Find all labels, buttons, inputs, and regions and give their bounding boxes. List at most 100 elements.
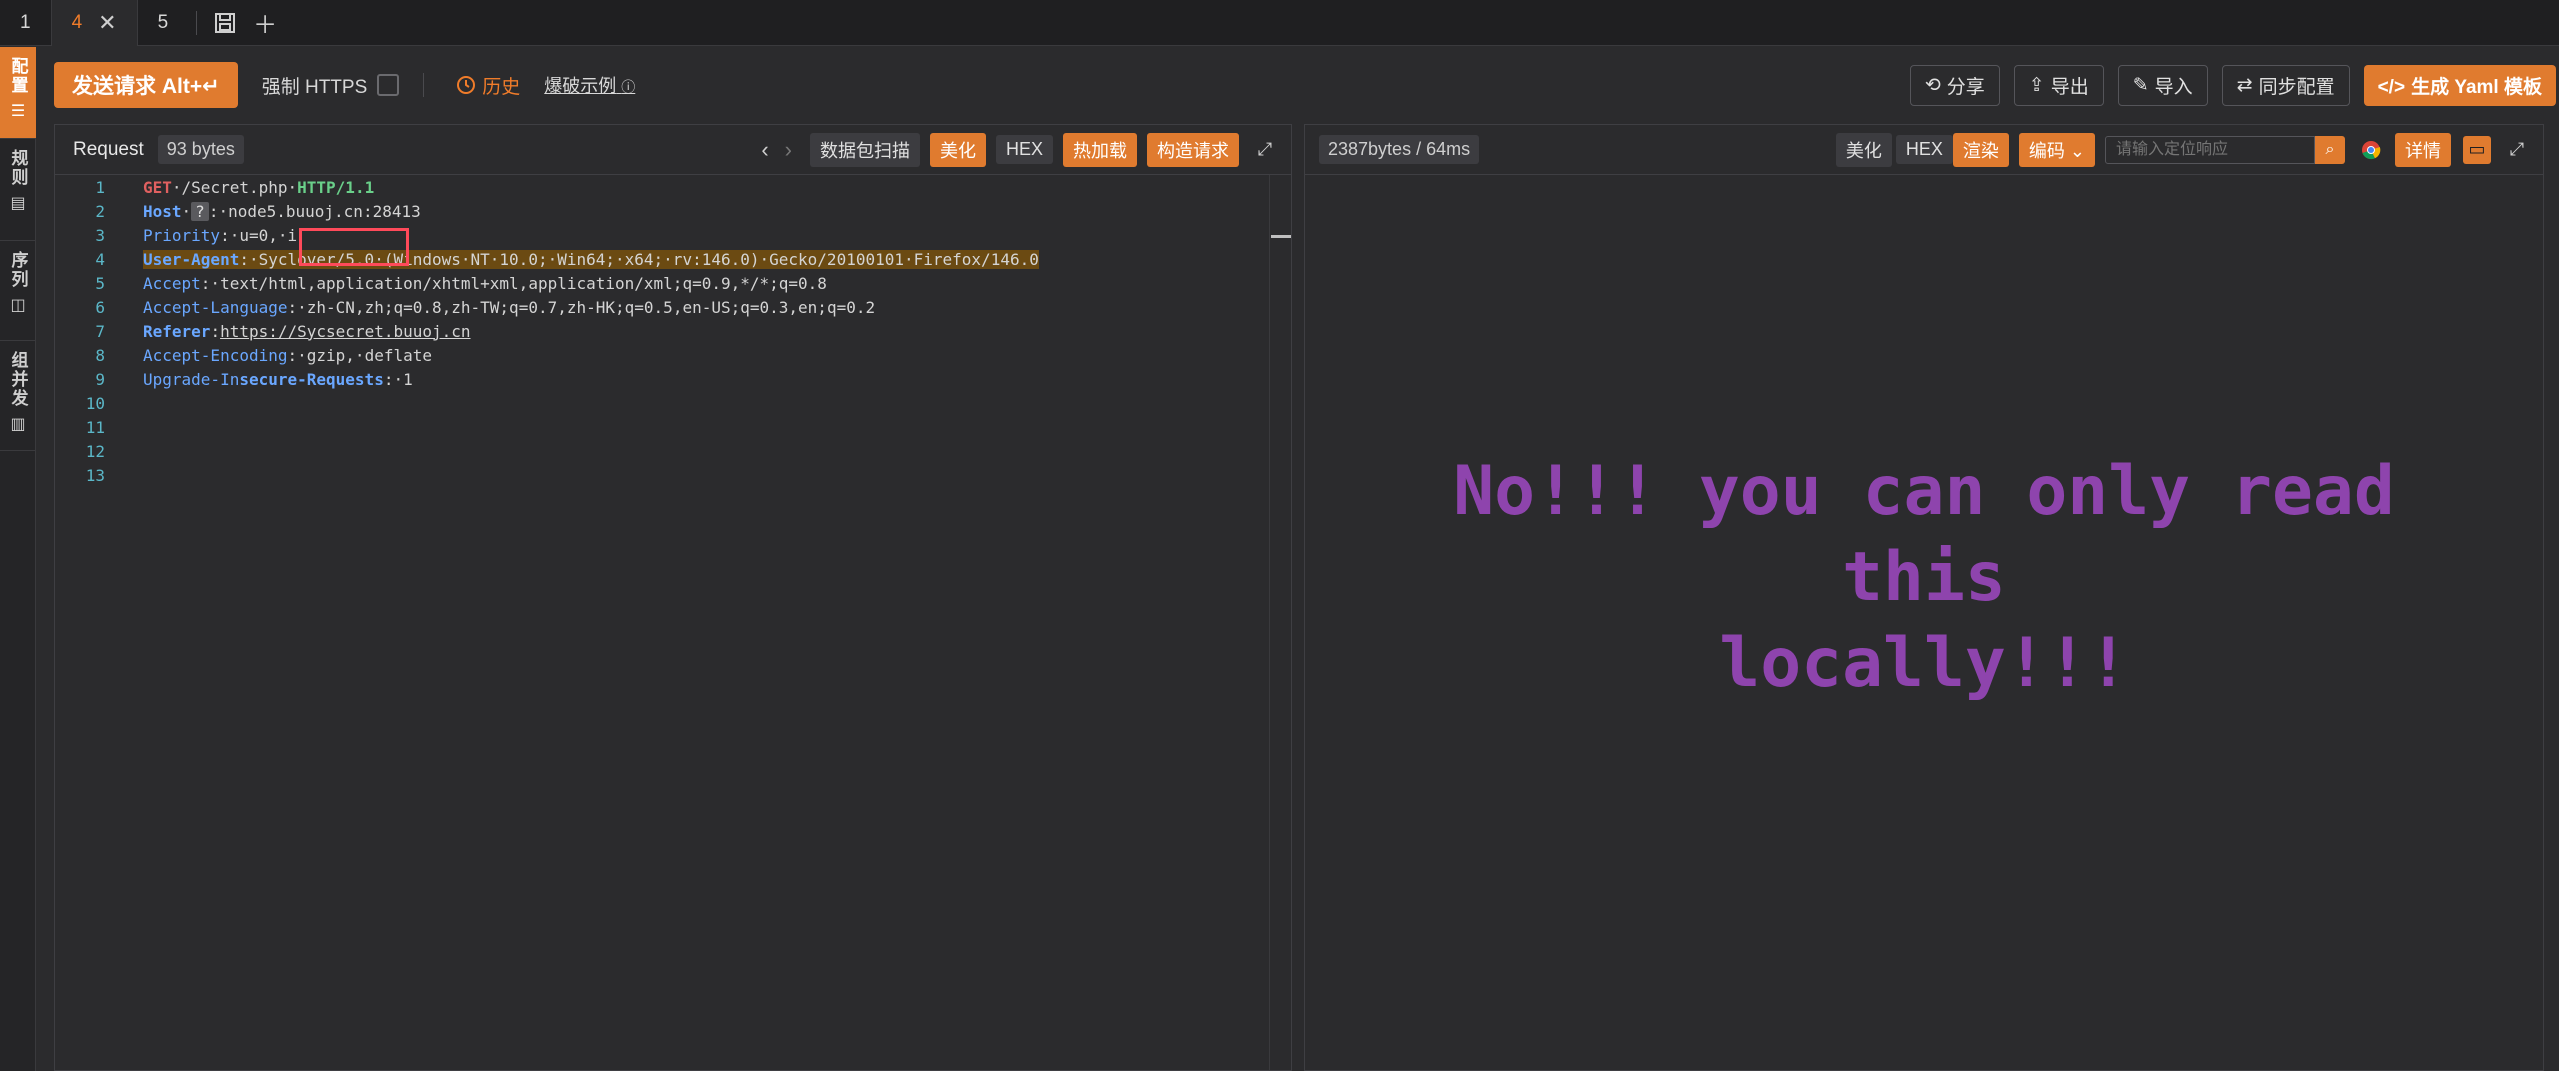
response-beautify-button[interactable]: 美化 [1835, 132, 1892, 167]
tab-1[interactable]: 1 [0, 0, 51, 46]
tab-bar: 1 4 ✕ 5 ＋ [0, 0, 2559, 46]
code-line: Priority:·u=0,·i [143, 223, 1039, 247]
header-value: :·1 [383, 369, 413, 389]
request-path: ·/Secret.php· [171, 177, 298, 197]
header-key: Host [143, 201, 182, 221]
http-protocol: HTTP/1.1 [297, 177, 375, 197]
main-toolbar: 发送请求 Alt+↵ 强制 HTTPS 历史 爆破示例 ⓘ ⟲ 分享 ⇪ 导出 ✎ 导… [36, 47, 2559, 123]
line-number: 12 [85, 441, 105, 461]
export-button[interactable]: ⇪ 导出 [2013, 64, 2104, 106]
comment-icon[interactable]: ▭ [2463, 135, 2491, 164]
history-button[interactable]: 历史 [456, 72, 520, 99]
line-number: 6 [95, 297, 105, 317]
response-render-area: No!!! you can only read this locally!!! [1305, 175, 2543, 1070]
response-hex-button[interactable]: HEX [1895, 135, 1953, 164]
request-hex-button[interactable]: HEX [995, 135, 1053, 164]
share-button[interactable]: ⟲ 分享 [1909, 64, 2000, 106]
header-value: https://Sycsecret.buuoj.cn [220, 321, 471, 341]
rail-sequence[interactable]: 序列 ◫ [0, 241, 36, 341]
packet-scan-button[interactable]: 数据包扫描 [809, 132, 920, 167]
generate-yaml-button[interactable]: </> 生成 Yaml 模板 [2363, 64, 2556, 106]
header-key: Accept [143, 273, 201, 293]
chevron-right-icon[interactable]: › [785, 137, 792, 163]
rail-rules[interactable]: 规则 ▤ [0, 139, 36, 241]
response-stats-badge: 2387bytes / 64ms [1319, 135, 1480, 164]
help-icon: ⓘ [621, 79, 636, 95]
force-https-label: 强制 HTTPS [261, 76, 368, 98]
tab-label: 5 [157, 11, 169, 33]
code-line: Accept:·text/html,application/xhtml+xml,… [143, 271, 1039, 295]
help-icon[interactable]: ? [191, 201, 209, 221]
force-https-checkbox[interactable] [377, 74, 400, 96]
line-number: 7 [95, 321, 105, 341]
save-icon[interactable] [205, 0, 245, 46]
close-icon[interactable]: ✕ [98, 10, 116, 36]
tab-5[interactable]: 5 [138, 0, 189, 46]
request-code: GET ·/Secret.php· HTTP/1.1 Host ·?:·node5.b… [143, 175, 1039, 391]
line-number: 9 [95, 369, 105, 389]
chevron-left-icon[interactable]: ‹ [761, 137, 768, 163]
divider [423, 73, 425, 97]
code-line: Referer: https://Sycsecret.buuoj.cn [143, 319, 1039, 343]
line-number: 5 [95, 273, 105, 293]
scrollbar[interactable] [1269, 175, 1291, 1070]
tab-4[interactable]: 4 ✕ [50, 0, 138, 46]
header-key: User-Agent [143, 249, 240, 269]
http-method: GET [143, 177, 172, 197]
request-beautify-button[interactable]: 美化 [929, 132, 986, 167]
line-numbers: 1 2 3 4 5 6 7 8 9 10 11 12 13 [55, 175, 105, 1070]
line-number: 3 [95, 225, 105, 245]
generate-yaml-label: 生成 Yaml 模板 [2411, 76, 2542, 98]
rail-label: 组并发 [8, 351, 28, 408]
request-editor[interactable]: 1 2 3 4 5 6 7 8 9 10 11 12 13 GET ·/Secre… [55, 175, 1291, 1070]
add-tab-icon[interactable]: ＋ [245, 0, 285, 46]
sync-label: 同步配置 [2258, 76, 2335, 98]
fuzz-example-label: 爆破示例 [544, 76, 617, 96]
response-search-input[interactable] [2105, 135, 2315, 164]
response-header: 2387bytes / 64ms 美化 HEX 渲染 编码 ⌄ ⌕ 详情 ▭ ⤢ [1305, 125, 2543, 175]
spacer: · [181, 201, 192, 221]
export-icon: ⇪ [2028, 74, 2045, 96]
header-key: Priority [143, 225, 221, 245]
rail-label: 规则 [8, 149, 28, 187]
response-actions: 美化 HEX 渲染 编码 ⌄ ⌕ 详情 ▭ ⤢ [1826, 132, 2531, 167]
header-value: :·node5.buuoj.cn:28413 [208, 201, 421, 221]
tab-label: 1 [20, 11, 31, 33]
header-key: secure-Requests [239, 369, 384, 389]
scroll-thumb[interactable] [1271, 235, 1291, 238]
header-value: :·text/html,application/xhtml+xml,applic… [200, 273, 827, 293]
chevron-down-icon: ⌄ [2069, 140, 2085, 161]
build-request-button[interactable]: 构造请求 [1147, 132, 1239, 167]
fullscreen-icon[interactable]: ⤢ [2503, 136, 2531, 164]
tab-label: 4 [71, 11, 83, 33]
line-number: 10 [85, 393, 105, 413]
send-request-button[interactable]: 发送请求 Alt+↵ [54, 62, 238, 108]
import-button[interactable]: ✎ 导入 [2117, 64, 2208, 106]
request-header: Request 93 bytes ‹ › 数据包扫描 美化 HEX 热加载 构造… [55, 125, 1291, 175]
code-line: Upgrade-In secure-Requests:·1 [143, 367, 1039, 391]
chrome-icon[interactable] [2357, 136, 2385, 164]
force-https-toggle[interactable]: 强制 HTTPS [262, 72, 400, 99]
rail-config[interactable]: 配置 ☰ [0, 47, 36, 139]
sliders-icon: ☰ [10, 103, 26, 120]
header-value: :·zh-CN,zh;q=0.8,zh-TW;q=0.7,zh-HK;q=0.5… [287, 297, 876, 317]
fullscreen-icon[interactable]: ⤢ [1251, 136, 1279, 164]
search-icon[interactable]: ⌕ [2315, 135, 2345, 164]
code-line: Accept-Encoding:·gzip,·deflate [143, 343, 1039, 367]
response-panel: 2387bytes / 64ms 美化 HEX 渲染 编码 ⌄ ⌕ 详情 ▭ ⤢… [1304, 124, 2544, 1071]
line-number: 1 [95, 177, 105, 197]
rendered-message: No!!! you can only read this locally!!! [1364, 449, 2484, 707]
sync-config-button[interactable]: ⇄ 同步配置 [2221, 64, 2350, 106]
line-number: 8 [95, 345, 105, 365]
line-number: 2 [95, 201, 105, 221]
hotload-button[interactable]: 热加载 [1063, 132, 1137, 167]
header-key: Upgrade-In [143, 369, 240, 389]
render-button[interactable]: 渲染 [1952, 132, 2009, 167]
header-value: :·gzip,·deflate [287, 345, 433, 365]
rail-concurrency[interactable]: 组并发 ▥ [0, 341, 36, 451]
details-button[interactable]: 详情 [2395, 132, 2451, 167]
import-icon: ✎ [2132, 74, 2149, 96]
line-number: 13 [85, 465, 105, 485]
fuzz-example-link[interactable]: 爆破示例 ⓘ [544, 72, 635, 98]
encoding-dropdown[interactable]: 编码 ⌄ [2018, 132, 2095, 167]
